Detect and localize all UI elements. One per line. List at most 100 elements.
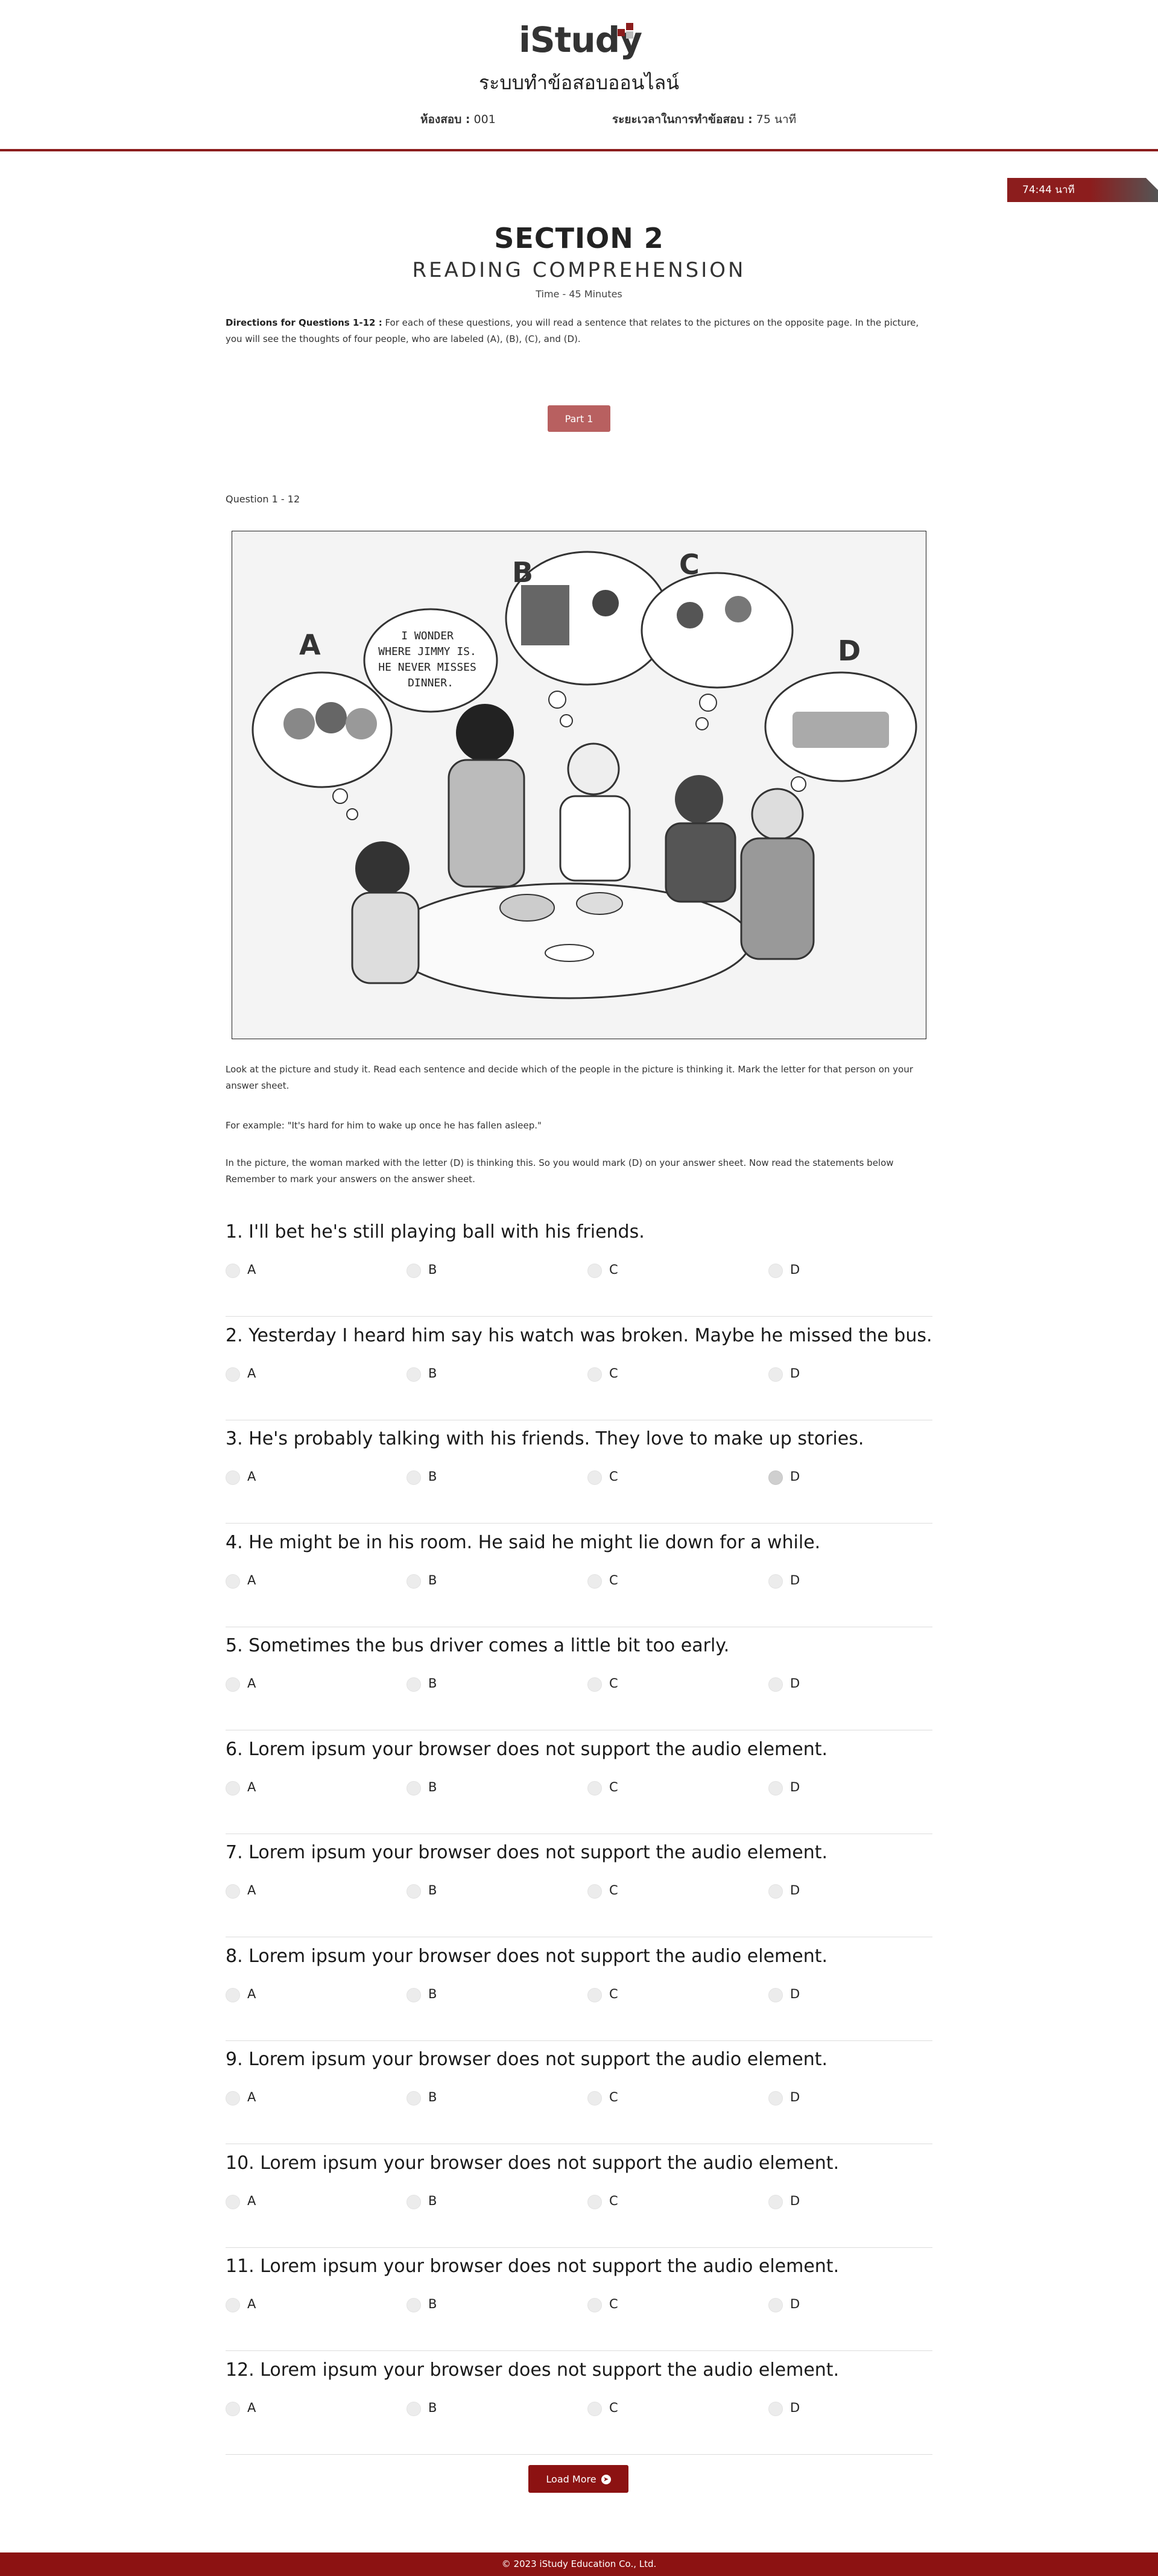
answer-option-label: B — [428, 2400, 437, 2415]
radio-button[interactable] — [226, 1574, 240, 1589]
label-c: C — [679, 548, 700, 581]
question-item: 10. Lorem ipsum your browser does not su… — [226, 2153, 932, 2256]
label-d: D — [838, 635, 861, 667]
radio-button[interactable] — [768, 1780, 783, 1796]
radio-button[interactable] — [407, 1264, 421, 1278]
answer-option-label: B — [428, 1469, 437, 1484]
answer-option-label: C — [609, 2090, 618, 2104]
radio-button[interactable] — [407, 2194, 421, 2209]
radio-button[interactable] — [587, 1470, 602, 1485]
question-divider — [226, 2247, 932, 2248]
speech-line-3: HE NEVER MISSES — [378, 661, 476, 674]
label-a: A — [299, 628, 321, 661]
radio-button[interactable] — [226, 1470, 240, 1485]
radio-button[interactable] — [407, 1470, 421, 1485]
load-more-button[interactable]: Load More ➤ — [528, 2465, 628, 2493]
page-footer: © 2023 iStudy Education Co., Ltd. — [0, 2552, 1158, 2576]
radio-button[interactable] — [407, 1884, 421, 1899]
radio-button[interactable] — [407, 2401, 421, 2416]
radio-button[interactable] — [407, 1677, 421, 1692]
question-item: 6. Lorem ipsum your browser does not sup… — [226, 1739, 932, 1842]
page-header: iStudy ระบบทำข้อสอบออนไลน์ ห้องสอบ : 001… — [0, 0, 1158, 151]
radio-button[interactable] — [407, 1780, 421, 1796]
question-text: 7. Lorem ipsum your browser does not sup… — [226, 1842, 828, 1863]
radio-button[interactable] — [768, 2091, 783, 2106]
radio-button[interactable] — [587, 2298, 602, 2312]
instruction-paragraph-1: Look at the picture and study it. Read e… — [226, 1064, 913, 1091]
logo-mark-icon — [618, 23, 634, 40]
part-1-button[interactable]: Part 1 — [548, 405, 610, 432]
answer-option-label: C — [609, 1469, 618, 1484]
question-text: 9. Lorem ipsum your browser does not sup… — [226, 2049, 828, 2070]
answer-option-label: C — [609, 2400, 618, 2415]
radio-button[interactable] — [226, 2091, 240, 2106]
answer-option-label: D — [790, 2297, 800, 2311]
answer-option-label: D — [790, 1676, 800, 1691]
radio-button[interactable] — [226, 2401, 240, 2416]
radio-button[interactable] — [587, 2091, 602, 2106]
question-item: 2. Yesterday I heard him say his watch w… — [226, 1325, 932, 1428]
answer-option-label: A — [247, 2090, 256, 2104]
answer-option-label: A — [247, 1883, 256, 1897]
radio-button[interactable] — [407, 1574, 421, 1589]
answer-option-label: B — [428, 2090, 437, 2104]
radio-button[interactable] — [768, 2194, 783, 2209]
speech-line-1: I WONDER — [401, 630, 454, 642]
exam-duration: ระยะเวลาในการทำข้อสอบ : 75 นาที — [612, 110, 796, 128]
question-item: 5. Sometimes the bus driver comes a litt… — [226, 1635, 932, 1738]
question-divider — [226, 1316, 932, 1317]
answer-option-label: B — [428, 2193, 437, 2208]
radio-button[interactable] — [226, 2194, 240, 2209]
radio-button[interactable] — [226, 1367, 240, 1382]
radio-button[interactable] — [768, 1470, 783, 1485]
radio-button[interactable] — [768, 1367, 783, 1382]
radio-button[interactable] — [768, 1264, 783, 1278]
exam-room-value: 001 — [473, 113, 496, 126]
radio-button[interactable] — [226, 1987, 240, 2002]
radio-button[interactable] — [587, 1780, 602, 1796]
label-b: B — [512, 556, 533, 589]
question-text: 3. He's probably talking with his friend… — [226, 1428, 864, 1449]
answer-option-label: A — [247, 1986, 256, 2001]
answer-option-label: B — [428, 1676, 437, 1691]
question-text: 1. I'll bet he's still playing ball with… — [226, 1221, 645, 1242]
answer-option-label: B — [428, 1883, 437, 1897]
illustration-svg: A B C D I WONDER WHERE JIMMY IS. HE NEVE… — [232, 531, 926, 1039]
question-item: 3. He's probably talking with his friend… — [226, 1428, 932, 1531]
radio-button[interactable] — [226, 1264, 240, 1278]
radio-button[interactable] — [226, 1677, 240, 1692]
radio-button[interactable] — [768, 1884, 783, 1899]
radio-button[interactable] — [587, 2194, 602, 2209]
system-title: ระบบทำข้อสอบออนไลน์ — [478, 71, 680, 94]
radio-button[interactable] — [768, 2298, 783, 2312]
answer-option-label: C — [609, 2193, 618, 2208]
exam-room-label: ห้องสอบ : — [420, 113, 470, 126]
question-divider — [226, 1523, 932, 1524]
answer-option-label: D — [790, 2400, 800, 2415]
radio-button[interactable] — [587, 1677, 602, 1692]
radio-button[interactable] — [407, 1987, 421, 2002]
question-text: 12. Lorem ipsum your browser does not su… — [226, 2359, 840, 2381]
radio-button[interactable] — [407, 2298, 421, 2312]
radio-button[interactable] — [587, 1987, 602, 2002]
answer-option-label: B — [428, 1262, 437, 1277]
radio-button[interactable] — [587, 1574, 602, 1589]
radio-button[interactable] — [587, 1884, 602, 1899]
radio-button[interactable] — [587, 1367, 602, 1382]
answer-option-label: A — [247, 1262, 256, 1277]
radio-button[interactable] — [226, 1780, 240, 1796]
istudy-logo[interactable]: iStudy — [519, 19, 642, 62]
radio-button[interactable] — [768, 1574, 783, 1589]
header-divider — [0, 149, 1158, 151]
radio-button[interactable] — [768, 2401, 783, 2416]
radio-button[interactable] — [768, 1987, 783, 2002]
radio-button[interactable] — [226, 2298, 240, 2312]
radio-button[interactable] — [407, 1367, 421, 1382]
radio-button[interactable] — [407, 2091, 421, 2106]
radio-button[interactable] — [587, 2401, 602, 2416]
radio-button[interactable] — [587, 1264, 602, 1278]
answer-option-label: D — [790, 1779, 800, 1794]
answer-option-label: D — [790, 1366, 800, 1381]
radio-button[interactable] — [768, 1677, 783, 1692]
radio-button[interactable] — [226, 1884, 240, 1899]
